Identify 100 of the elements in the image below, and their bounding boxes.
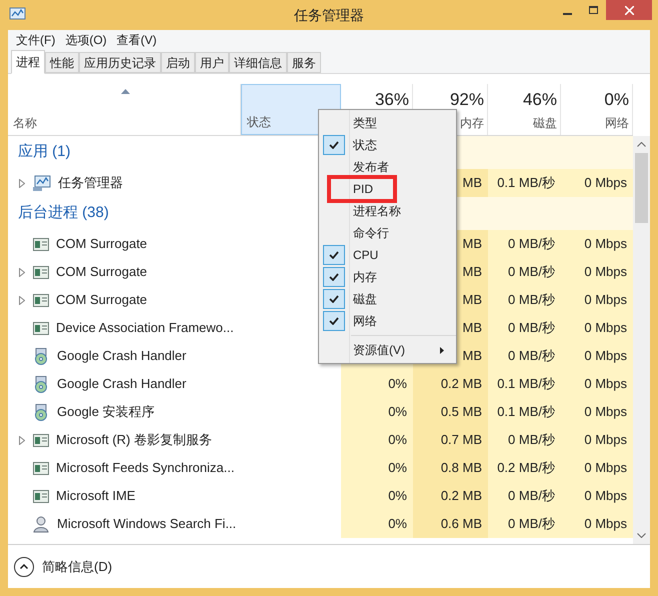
process-name: Microsoft Feeds Synchroniza... [56,459,234,478]
submenu-arrow-icon [440,346,444,354]
menu-option[interactable]: 状态 [319,134,456,156]
table-cell: 0 Mbps [561,169,633,197]
table-cell: 0 MB/秒 [488,426,561,454]
table-cell: 0.5 MB [413,398,488,426]
column-label: 内存 [460,115,484,132]
table-cell: 0 Mbps [561,230,633,258]
disc-box-icon [33,376,50,392]
table-cell: 0 MB/秒 [488,314,561,342]
check-icon [329,141,339,149]
tab[interactable]: 用户 [195,52,229,73]
table-cell: 0.2 MB [413,370,488,398]
collapse-button[interactable] [14,556,34,576]
expand-arrow-icon[interactable] [19,436,25,444]
disc-box-icon [33,404,50,420]
menu-option-label: 内存 [353,269,377,286]
process-name: Microsoft IME [56,487,136,506]
expand-arrow-icon[interactable] [19,178,25,188]
table-cell: 0 Mbps [561,342,633,370]
process-name: COM Surrogate [56,235,148,254]
table-cell: 0 MB/秒 [488,342,561,370]
table-cell: 0.7 MB [413,426,488,454]
menu-item[interactable]: 选项(O) [60,31,112,49]
scroll-up-icon[interactable] [637,142,646,147]
tab[interactable]: 应用历史记录 [79,52,161,73]
menu-item[interactable]: 查看(V) [112,31,162,49]
chevron-up-icon [20,564,28,569]
process-name: Google Crash Handler [57,375,186,394]
scrollbar-thumb[interactable] [635,153,648,223]
group-heading: 后台进程 (38) [18,203,109,224]
process-name: Google 安装程序 [57,403,155,422]
window-icon [33,490,49,502]
check-icon [329,251,339,259]
table-cell: 0 MB/秒 [488,258,561,286]
table-cell: 0 Mbps [561,482,633,510]
close-icon [624,6,634,14]
process-name: Microsoft (R) 卷影复制服务 [56,431,212,450]
menu-option-label: 类型 [353,115,377,132]
window-icon [33,238,49,250]
menu-option-label: 资源值(V) [353,342,405,359]
table-cell: 0.8 MB [413,454,488,482]
table-cell: 0 MB/秒 [488,230,561,258]
table-cell: 0.1 MB/秒 [488,370,561,398]
menu-item[interactable]: 文件(F) [11,31,60,49]
expand-arrow-icon[interactable] [19,296,25,304]
table-cell: 0 Mbps [561,314,633,342]
tab[interactable]: 性能 [45,52,79,73]
tab[interactable]: 启动 [161,52,195,73]
footer-label[interactable]: 简略信息(D) [42,556,112,576]
tab[interactable]: 详细信息 [229,52,287,73]
check-icon [329,273,339,281]
menu-option-label: 网络 [353,313,377,330]
tab[interactable]: 服务 [287,52,321,73]
process-name: Microsoft Windows Search Fi... [57,515,236,534]
disc-box-icon [33,348,50,364]
process-name: Google Crash Handler [57,347,186,366]
table-cell: 0 Mbps [561,454,633,482]
table-cell: 0 MB/秒 [488,286,561,314]
sort-caret-icon [120,89,130,94]
close-button[interactable] [606,0,652,20]
scrollbar[interactable] [633,136,650,544]
table-cell: 0% [341,482,413,510]
column-label: 状态 [247,114,271,131]
table-cell: 0% [341,398,413,426]
expand-arrow-icon[interactable] [19,268,25,276]
column-percent: 92% [450,89,484,111]
table-cell: 0% [341,510,413,538]
table-cell: 0 MB/秒 [488,482,561,510]
process-name: Device Association Framewo... [56,319,234,338]
table-cell: 0% [341,426,413,454]
table-cell [561,136,633,169]
table-cell: 0 MB/秒 [488,510,561,538]
table-cell [561,197,633,230]
table-cell: 0% [341,370,413,398]
table-cell: 0 Mbps [561,510,633,538]
table-cell: 0.2 MB [413,482,488,510]
column-percent: 46% [522,89,557,111]
column-header[interactable]: 0% 网络 [561,84,633,135]
column-label: 名称 [13,115,37,132]
menu-option[interactable]: 进程名称 [319,200,456,222]
menu-option-label: CPU [353,247,378,264]
menu-option-label: PID [353,181,374,198]
window-icon [33,322,49,334]
scroll-down-icon[interactable] [637,533,646,538]
column-percent: 36% [374,89,409,111]
menu-option-label: 磁盘 [353,291,377,308]
monitor-chart-icon [33,175,51,191]
window-title: 任务管理器 [294,6,364,24]
table-cell: 0.6 MB [413,510,488,538]
table-cell: 0 Mbps [561,286,633,314]
tab[interactable]: 进程 [11,50,45,74]
menu-option-label: 发布者 [353,159,389,176]
table-cell: 0.1 MB/秒 [488,169,561,197]
process-name: COM Surrogate [56,263,148,282]
person-icon [33,516,50,532]
table-cell: 0% [341,454,413,482]
table-cell: 0 Mbps [561,426,633,454]
column-header[interactable]: 46% 磁盘 [488,84,561,135]
menu-option-label: 状态 [353,137,377,154]
